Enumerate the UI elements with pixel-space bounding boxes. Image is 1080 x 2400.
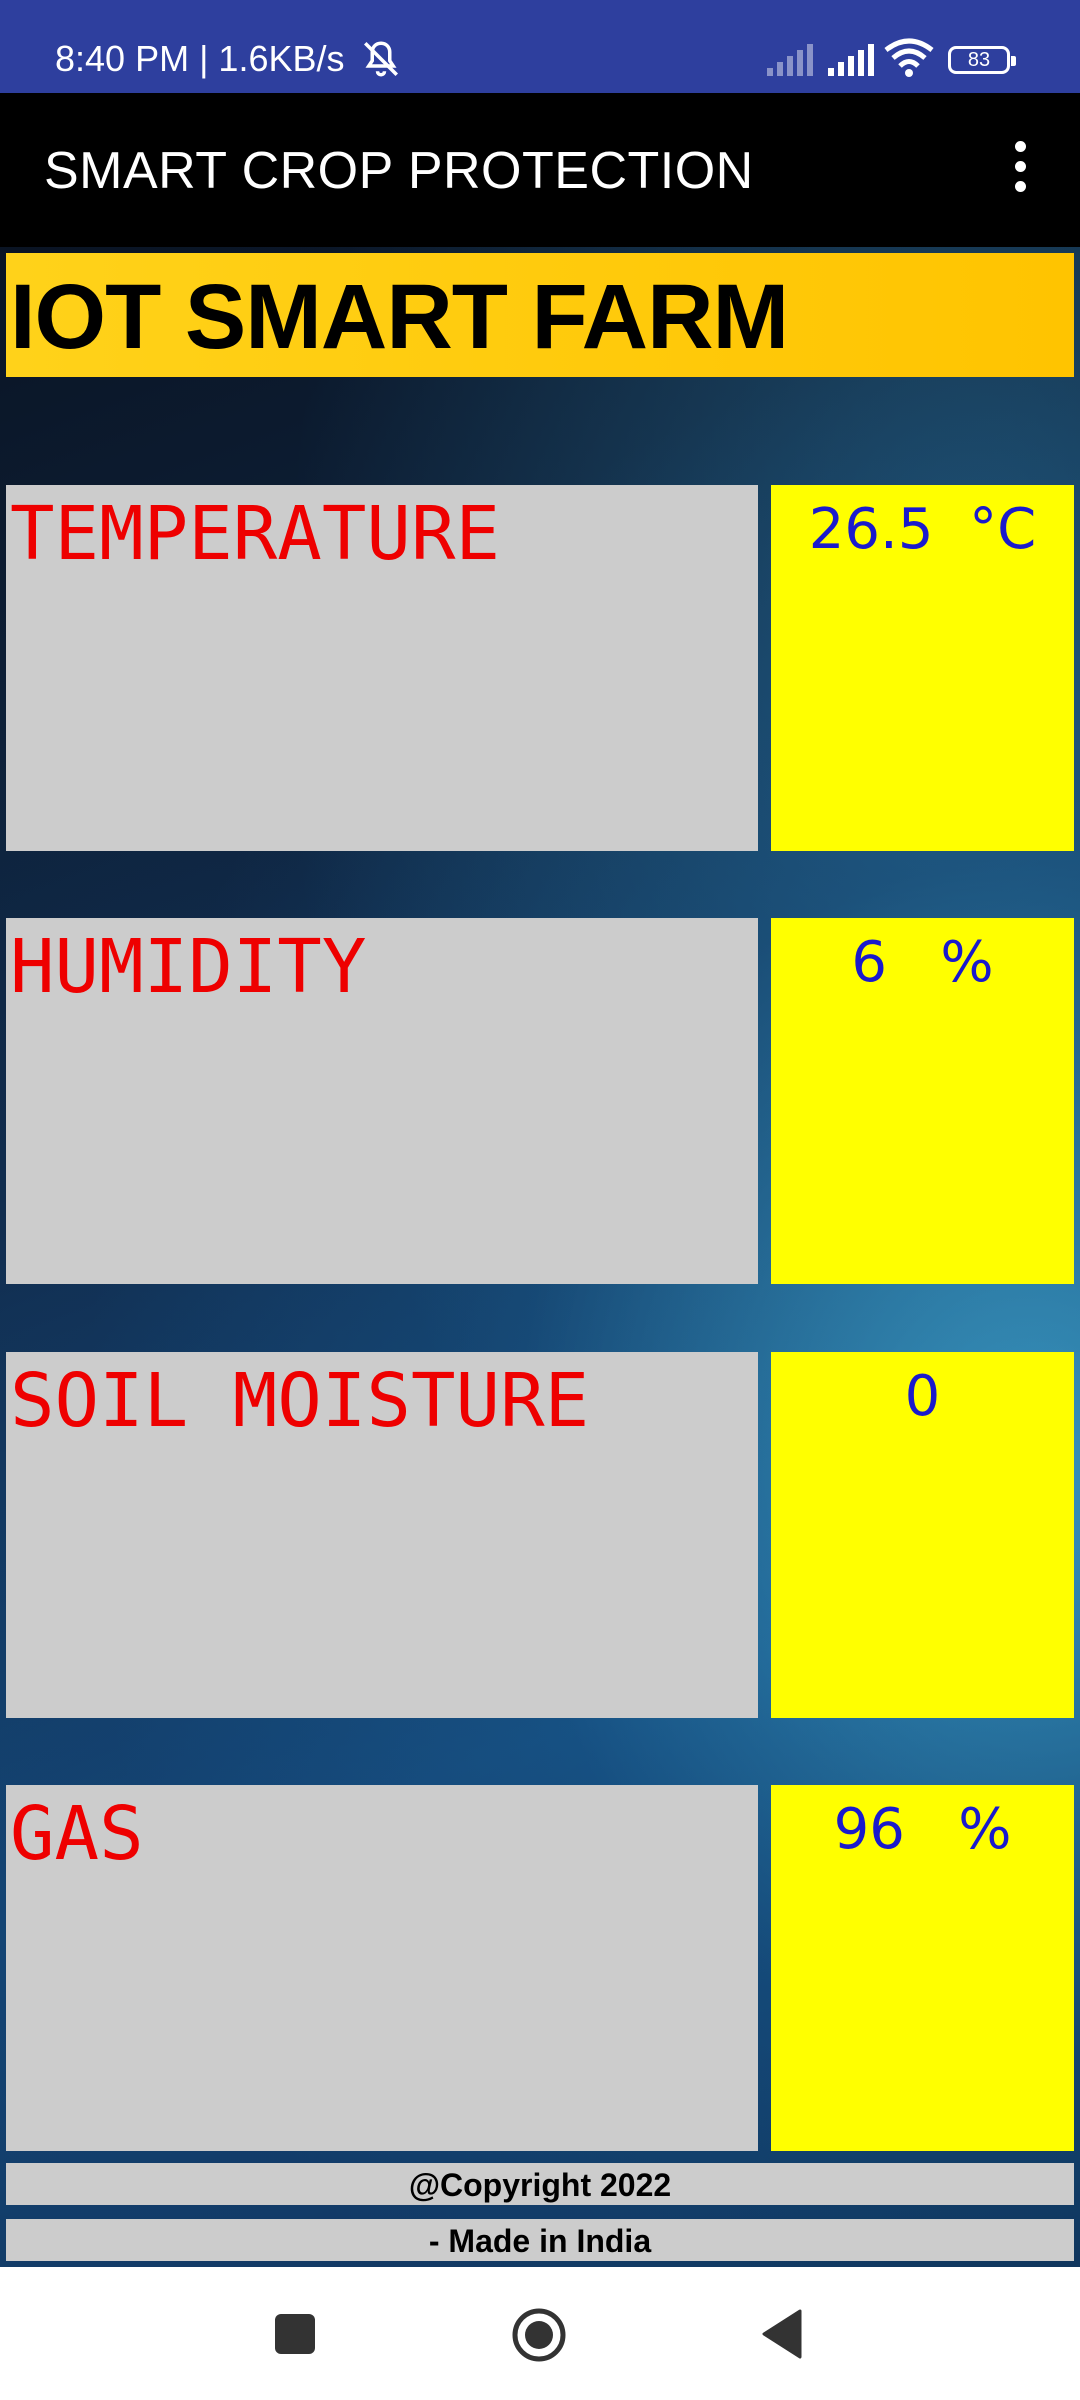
temperature-value: 26.5 °C — [808, 497, 1037, 562]
gas-value: 96 % — [833, 1797, 1012, 1862]
humidity-label-box: HUMIDITY — [6, 918, 758, 1284]
banner: IOT SMART FARM — [6, 253, 1074, 377]
humidity-value-box: 6 % — [771, 918, 1074, 1284]
home-icon[interactable] — [511, 2307, 567, 2363]
soil-moisture-row: SOIL MOISTURE 0 — [6, 1352, 1074, 1718]
humidity-row: HUMIDITY 6 % — [6, 918, 1074, 1284]
recent-apps-icon[interactable] — [275, 2314, 315, 2354]
temperature-label: TEMPERATURE — [10, 491, 501, 577]
status-time: 8:40 PM | 1.6KB/s — [55, 38, 345, 79]
battery-icon: 83 — [948, 46, 1016, 74]
app-bar: SMART CROP PROTECTION — [0, 93, 1080, 247]
signal-icon-2 — [828, 44, 874, 76]
humidity-value: 6 % — [851, 930, 994, 995]
app-title: SMART CROP PROTECTION — [44, 142, 754, 200]
status-bar: 8:40 PM | 1.6KB/s 83 — [0, 0, 1080, 93]
soil-moisture-value: 0 — [904, 1364, 941, 1429]
temperature-label-box: TEMPERATURE — [6, 485, 758, 851]
copyright-text: @Copyright 2022 — [6, 2163, 1074, 2205]
soil-moisture-label-box: SOIL MOISTURE — [6, 1352, 758, 1718]
gas-label-box: GAS — [6, 1785, 758, 2151]
soil-moisture-value-box: 0 — [771, 1352, 1074, 1718]
mute-notification-icon — [364, 41, 398, 77]
signal-icon — [767, 44, 813, 76]
temperature-value-box: 26.5 °C — [771, 485, 1074, 851]
content-area: IOT SMART FARM TEMPERATURE 26.5 °C HUMID… — [0, 247, 1080, 2267]
overflow-menu-icon[interactable] — [1000, 141, 1040, 197]
humidity-label: HUMIDITY — [10, 924, 367, 1010]
gas-label: GAS — [10, 1791, 144, 1877]
back-icon[interactable] — [760, 2309, 804, 2359]
banner-title: IOT SMART FARM — [10, 266, 789, 368]
gas-row: GAS 96 % — [6, 1785, 1074, 2151]
navigation-bar — [0, 2267, 1080, 2400]
temperature-row: TEMPERATURE 26.5 °C — [6, 485, 1074, 851]
soil-moisture-label: SOIL MOISTURE — [10, 1358, 590, 1444]
wifi-icon — [884, 38, 934, 77]
made-in-text: - Made in India — [6, 2219, 1074, 2261]
gas-value-box: 96 % — [771, 1785, 1074, 2151]
